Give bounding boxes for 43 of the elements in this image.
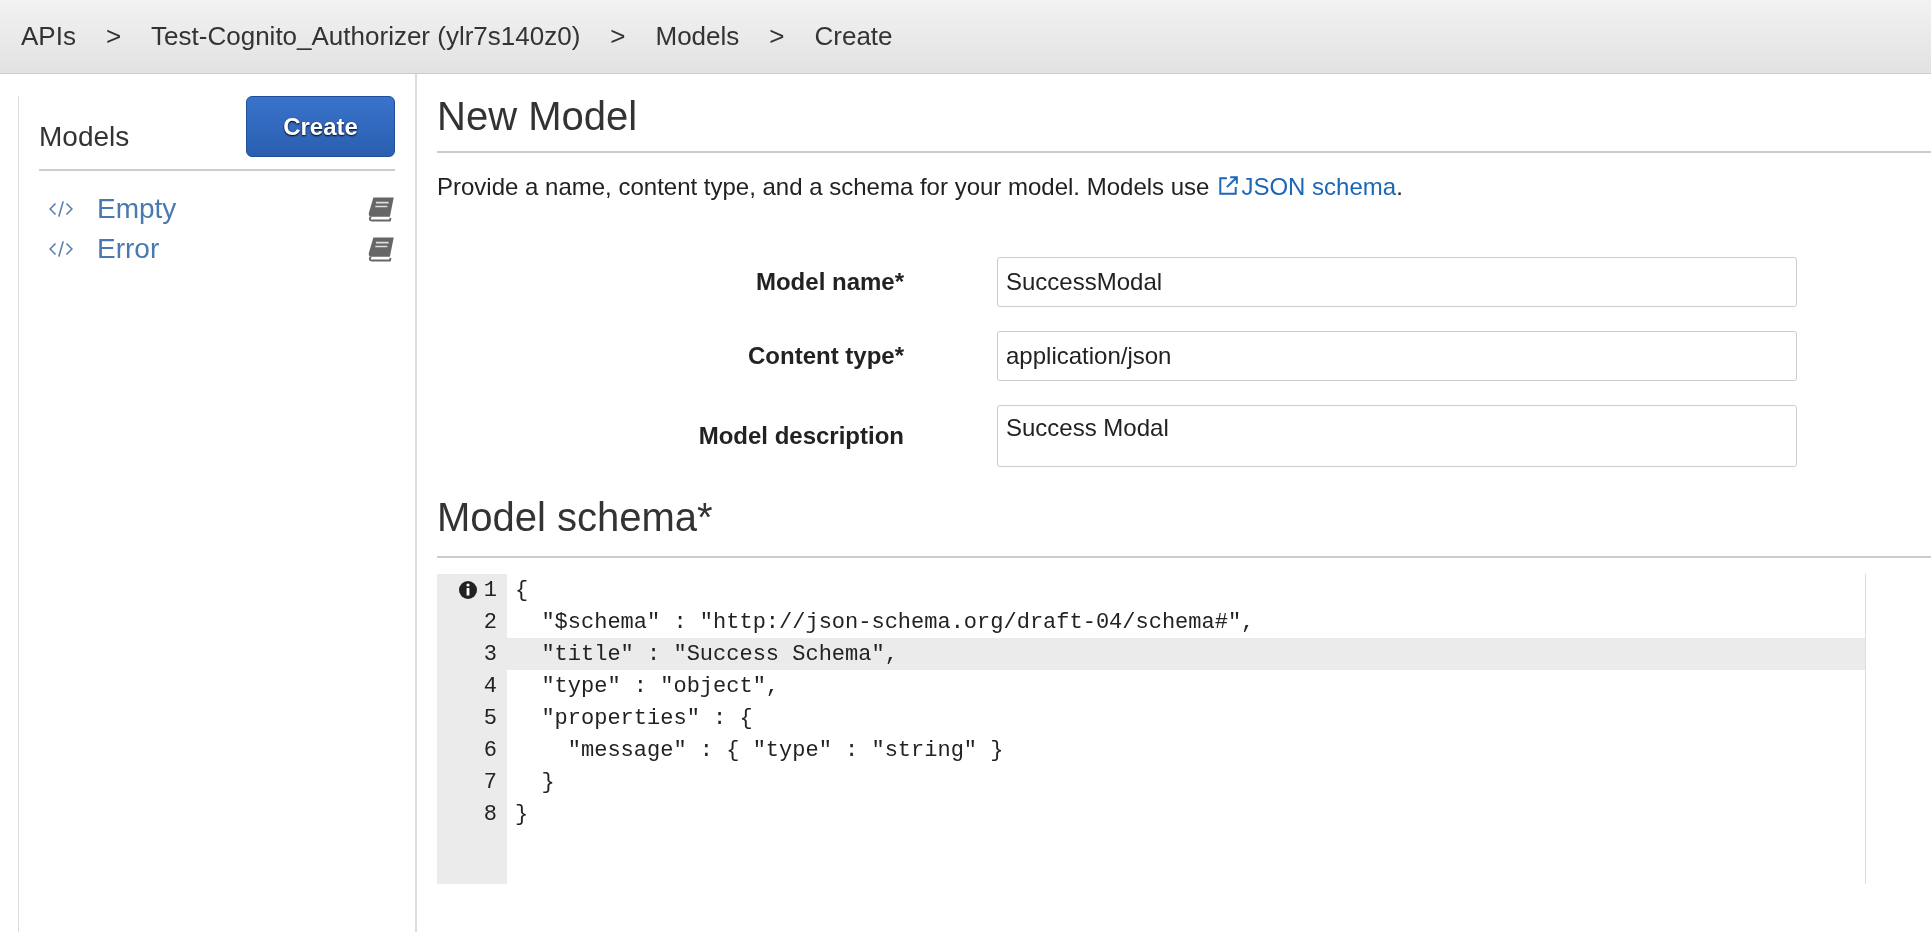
field-label: Content type*: [747, 342, 904, 370]
model-link[interactable]: Error: [97, 233, 367, 265]
breadcrumb-separator: >: [105, 21, 122, 52]
breadcrumb-link[interactable]: APIs: [21, 21, 76, 52]
line-number: 2: [483, 609, 497, 635]
create-button[interactable]: Create: [246, 96, 395, 157]
code-line: "message" : { "type" : "string" }: [566, 736, 1005, 765]
code-line: }: [514, 800, 530, 829]
code-line: "$schema" : "http://json-schema.org/draft-04/schema#",: [540, 608, 1256, 637]
code-line: "properties" : {: [540, 704, 754, 733]
field-label: Model description: [697, 422, 904, 450]
line-number: 3: [483, 641, 497, 667]
line-number: 1: [483, 577, 497, 603]
breadcrumb-link[interactable]: Test-Cognito_Authorizer (ylr7s140z0): [151, 21, 581, 52]
input-field[interactable]: SuccessModal: [997, 257, 1797, 307]
sidebar-title: Models: [39, 121, 130, 154]
line-number: 8: [483, 801, 497, 827]
line-number: 7: [483, 769, 497, 795]
description-field[interactable]: Success Modal: [997, 405, 1797, 467]
model-link[interactable]: Empty: [97, 193, 367, 225]
breadcrumb-separator: >: [769, 21, 785, 52]
code-icon: [49, 200, 73, 218]
code-line: "type" : "object",: [540, 672, 781, 701]
section-title: Model schema*: [437, 495, 1931, 558]
line-number: 6: [483, 737, 497, 763]
page-title: New Model: [437, 94, 1931, 153]
code-icon: [49, 240, 73, 258]
breadcrumb-link[interactable]: Create: [814, 21, 893, 52]
intro-period: .: [1396, 173, 1403, 200]
breadcrumb-link[interactable]: Models: [655, 21, 740, 52]
field-label: Model name*: [754, 268, 904, 296]
line-number: 5: [483, 705, 497, 731]
line-number: 4: [483, 673, 497, 699]
code-line: {: [514, 576, 530, 605]
book-icon[interactable]: [367, 236, 395, 262]
breadcrumb-separator: >: [610, 21, 626, 52]
external-link-icon: [1217, 175, 1240, 197]
json-schema-link[interactable]: JSON schema: [1217, 173, 1397, 200]
input-field[interactable]: application/json: [997, 331, 1797, 381]
code-editor[interactable]: 1 { 2 "$schema" : "http://json-schema.org/draft-04/schema#", 3 "title" : "Success Schema", 4 "type" : "object", 5 "properties" : { 6 "message" : { "type" : "string" } 7 } 8 }: [437, 574, 1866, 884]
book-icon[interactable]: [367, 196, 395, 222]
intro-text: Provide a name, content type, and a schema for your model. Models use: [437, 173, 1210, 200]
code-line: }: [540, 768, 556, 797]
